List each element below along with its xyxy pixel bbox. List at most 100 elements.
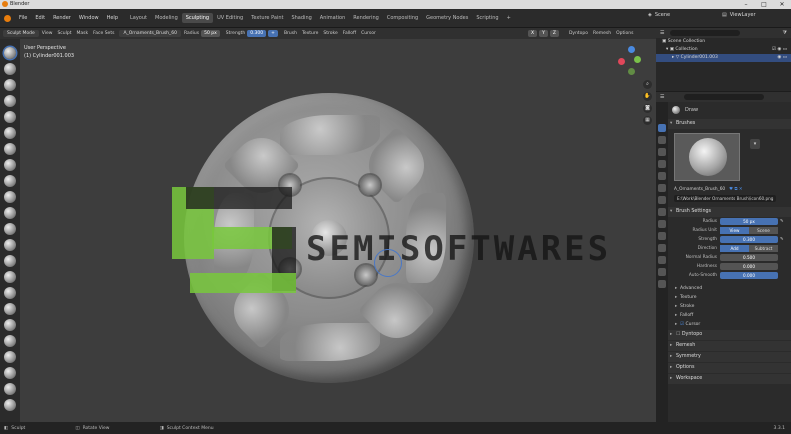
scene-selector[interactable]: Scene xyxy=(655,12,670,18)
brush-name-field[interactable]: A_Ornaments_Brush_60 xyxy=(674,187,725,192)
brush-selector[interactable]: A_Ornaments_Brush_60 xyxy=(119,30,182,37)
symmetry-panel-header[interactable]: Symmetry xyxy=(668,352,791,362)
menu-sculpt[interactable]: Sculpt xyxy=(57,31,71,36)
tab-compositing[interactable]: Compositing xyxy=(383,13,422,23)
falloff-subpanel[interactable]: Falloff xyxy=(668,311,791,320)
brush-settings-panel-header[interactable]: Brush Settings xyxy=(668,207,791,217)
filter-icon[interactable]: ⧩ xyxy=(783,30,787,36)
pressure-icon[interactable]: ✎ xyxy=(780,237,784,242)
blob-brush-icon[interactable] xyxy=(4,159,16,171)
output-tab-icon[interactable] xyxy=(658,148,666,156)
rotate-brush-icon[interactable] xyxy=(4,383,16,395)
render-tab-icon[interactable] xyxy=(658,136,666,144)
add-workspace-icon[interactable]: + xyxy=(503,13,515,23)
view-layer-tab-icon[interactable] xyxy=(658,160,666,168)
radius-unit-scene[interactable]: Scene xyxy=(749,227,778,234)
dropdown-stroke[interactable]: Stroke xyxy=(323,31,337,36)
symmetry-y-toggle[interactable]: Y xyxy=(539,30,548,37)
properties-editor-icon[interactable]: ☰ xyxy=(660,94,664,100)
perspective-toggle-icon[interactable]: ▦ xyxy=(643,116,652,125)
maximize-icon[interactable]: □ xyxy=(755,0,773,9)
tab-layout[interactable]: Layout xyxy=(126,13,151,23)
gizmo-x-axis-icon[interactable] xyxy=(618,58,625,65)
hardness-field[interactable]: 0.000 xyxy=(720,263,778,270)
fill-brush-icon[interactable] xyxy=(4,223,16,235)
menu-help[interactable]: Help xyxy=(103,15,122,21)
tab-shading[interactable]: Shading xyxy=(287,13,315,23)
navigation-gizmo[interactable] xyxy=(616,46,646,86)
scrape-brush-icon[interactable] xyxy=(4,239,16,251)
visibility-eye-icon[interactable]: ☑ ◉ ▭ xyxy=(772,46,787,54)
menu-edit[interactable]: Edit xyxy=(31,15,49,21)
menu-window[interactable]: Window xyxy=(75,15,103,21)
draw-sharp-brush-icon[interactable] xyxy=(4,63,16,75)
direction-subtract[interactable]: Subtract xyxy=(749,245,778,252)
inflate-brush-icon[interactable] xyxy=(4,143,16,155)
particles-tab-icon[interactable] xyxy=(658,220,666,228)
3d-viewport[interactable]: User Perspective (1) Cylinder001.003 SEM… xyxy=(20,39,656,422)
strength-field[interactable]: 0.300 xyxy=(720,236,778,243)
modifier-tab-icon[interactable] xyxy=(658,208,666,216)
dyntopo-panel-header[interactable]: ☐ Dyntopo xyxy=(668,330,791,340)
options-panel-header[interactable]: Options xyxy=(668,363,791,373)
tab-geometry-nodes[interactable]: Geometry Nodes xyxy=(422,13,472,23)
properties-search-input[interactable] xyxy=(684,94,765,100)
dropdown-brush[interactable]: Brush xyxy=(284,31,297,36)
dropdown-falloff[interactable]: Falloff xyxy=(343,31,356,36)
thumb-brush-icon[interactable] xyxy=(4,335,16,347)
direction-add[interactable]: Add xyxy=(720,245,749,252)
nudge-brush-icon[interactable] xyxy=(4,367,16,379)
remesh-panel-header[interactable]: Remesh xyxy=(668,341,791,351)
radius-field[interactable]: 50 px xyxy=(720,218,778,225)
tab-uv-editing[interactable]: UV Editing xyxy=(213,13,247,23)
object-tab-icon[interactable] xyxy=(658,196,666,204)
stroke-subpanel[interactable]: Stroke xyxy=(668,302,791,311)
gizmo-y-axis-icon[interactable] xyxy=(634,56,641,63)
clay-brush-icon[interactable] xyxy=(4,79,16,91)
symmetry-x-toggle[interactable]: X xyxy=(528,30,538,37)
texture-tab-icon[interactable] xyxy=(658,280,666,288)
tab-modeling[interactable]: Modeling xyxy=(151,13,182,23)
options-dropdown[interactable]: Options xyxy=(616,31,633,36)
crease-brush-icon[interactable] xyxy=(4,175,16,187)
outliner-search-input[interactable] xyxy=(670,30,741,36)
remesh-dropdown[interactable]: Remesh xyxy=(593,31,611,36)
radius-unit-view[interactable]: View xyxy=(720,227,749,234)
mask-brush-icon[interactable] xyxy=(4,399,16,411)
advanced-subpanel[interactable]: Advanced xyxy=(668,284,791,293)
tab-scripting[interactable]: Scripting xyxy=(472,13,502,23)
zoom-icon[interactable]: ⌕ xyxy=(643,80,652,89)
multiplane-scrape-brush-icon[interactable] xyxy=(4,255,16,267)
clay-thumb-brush-icon[interactable] xyxy=(4,111,16,123)
strength-field[interactable]: 0.300 xyxy=(247,30,267,37)
tab-sculpting[interactable]: Sculpting xyxy=(181,13,214,23)
symmetry-z-toggle[interactable]: Z xyxy=(549,30,559,37)
dropdown-cursor[interactable]: Cursor xyxy=(361,31,376,36)
outliner-row-cylinder[interactable]: ▸ ▽ Cylinder001.003 ◉ ▭ xyxy=(656,54,791,62)
dyntopo-dropdown[interactable]: Dyntopo xyxy=(569,31,588,36)
outliner-row-scene-collection[interactable]: ▣ Scene Collection xyxy=(656,38,791,46)
tab-animation[interactable]: Animation xyxy=(316,13,350,23)
brush-icon-path-field[interactable]: E:\Work\Blender Ornaments Brush\icon60.p… xyxy=(674,195,777,202)
gizmo-z-axis-icon[interactable] xyxy=(628,46,635,53)
pose-brush-icon[interactable] xyxy=(4,351,16,363)
dropdown-texture[interactable]: Texture xyxy=(302,31,318,36)
blender-menu-icon[interactable] xyxy=(4,14,11,22)
menu-face-sets[interactable]: Face Sets xyxy=(93,31,114,36)
auto-smooth-field[interactable]: 0.000 xyxy=(720,272,778,279)
camera-view-icon[interactable]: ◙ xyxy=(643,104,652,113)
constraints-tab-icon[interactable] xyxy=(658,244,666,252)
menu-view[interactable]: View xyxy=(42,31,53,36)
material-tab-icon[interactable] xyxy=(658,268,666,276)
menu-render[interactable]: Render xyxy=(49,15,75,21)
direction-icon[interactable]: + xyxy=(268,30,278,37)
normal-radius-field[interactable]: 0.500 xyxy=(720,254,778,261)
layer-brush-icon[interactable] xyxy=(4,127,16,139)
world-tab-icon[interactable] xyxy=(658,184,666,192)
close-icon[interactable]: ✕ xyxy=(773,0,791,9)
outliner-row-collection[interactable]: ▾ ▣ Collection ☑ ◉ ▭ xyxy=(656,46,791,54)
tool-tab-icon[interactable] xyxy=(658,124,666,132)
flatten-brush-icon[interactable] xyxy=(4,207,16,219)
gizmo-neg-y-icon[interactable] xyxy=(628,68,635,75)
outliner-editor-icon[interactable]: ☰ xyxy=(660,30,664,36)
